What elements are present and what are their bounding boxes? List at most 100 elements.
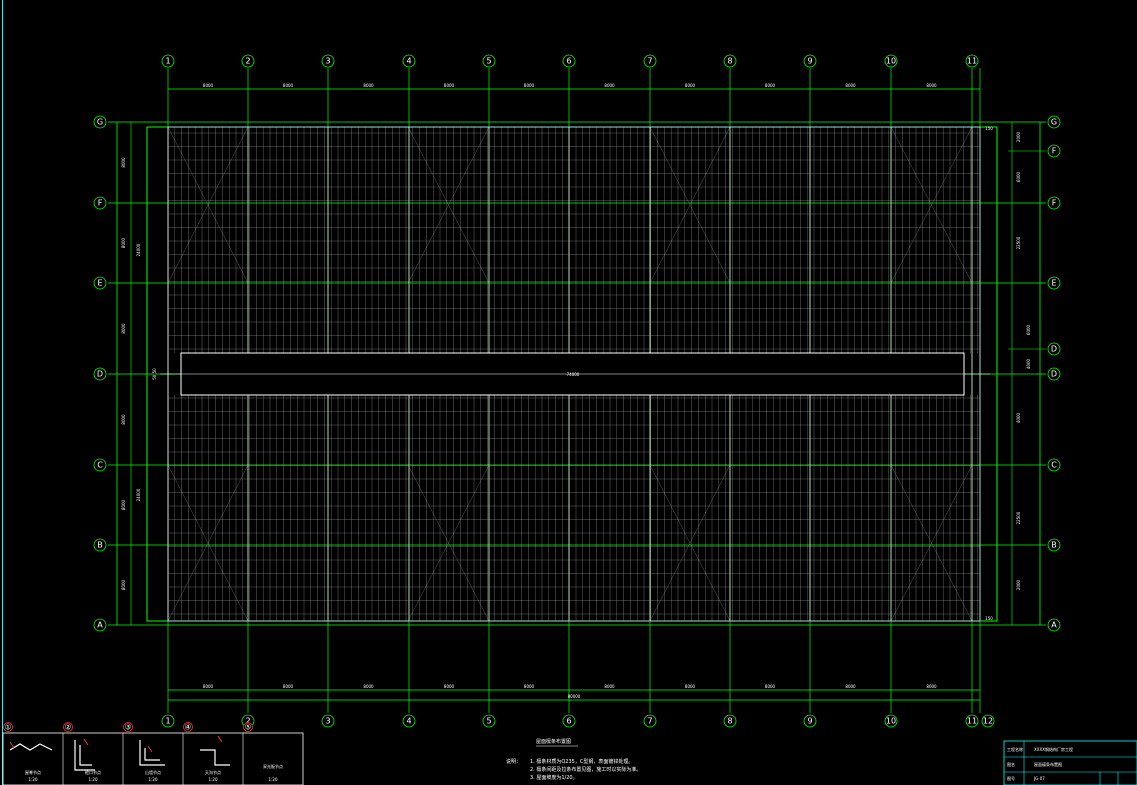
axis-bubble-right-extra-d: D <box>1051 345 1057 354</box>
left-span-label: 8000 <box>121 157 126 168</box>
axis-bubble-top-10: 10 <box>886 57 896 66</box>
right-span-label: 6000 <box>1026 324 1031 335</box>
bottom-span-label: 8000 <box>363 684 374 689</box>
note-line-2: 2. 檩条间距及拉条布置见图，施工时以实际为准。 <box>530 766 641 773</box>
detail-marker-2: ② <box>64 723 71 732</box>
axis-bubble-left-C: C <box>97 461 103 470</box>
axis-bubble-bottom-7: 7 <box>647 717 652 726</box>
detail-strip: ① ② ③ ④ ⑤ 屋脊节点 1:20 檐口节点 1:20 山墙节点 1:20 天沟节点 1:20 采光板… <box>2 722 304 785</box>
axis-bubble-right-E: E <box>1051 279 1056 288</box>
axis-bubble-left-G: G <box>97 118 103 127</box>
notes-block: 屋面檩条布置图 说明： 1. 檩条材质为Q235，C型钢，表面镀锌处理。 2. … <box>506 738 641 781</box>
notes-title: 屋面檩条布置图 <box>536 738 571 745</box>
detail-scale-4: 1:20 <box>209 777 218 782</box>
axis-bubble-right-B: B <box>1051 541 1057 550</box>
right-span-label: 4000 <box>1026 358 1031 369</box>
left-span-label: 8000 <box>121 237 126 248</box>
title-row2-value: 屋面檩条布置图 <box>1034 761 1062 767</box>
detail-sketch-2 <box>74 740 95 771</box>
axis-bubble-bottom-11: 11 <box>967 717 977 726</box>
left-span-label: 8000 <box>121 414 126 425</box>
top-span-label: 8000 <box>444 83 455 88</box>
right-span-label: 2000 <box>1016 131 1021 142</box>
detail-sketch-1 <box>9 743 53 751</box>
bottom-span-label: 8000 <box>845 684 856 689</box>
right-edge-top-label: 150 <box>985 126 993 131</box>
note-line-1: 1. 檩条材质为Q235，C型钢，表面镀锌处理。 <box>530 758 633 765</box>
ridge-dim-label: 74000 <box>567 372 580 377</box>
axis-bubble-right-D: D <box>1051 370 1057 379</box>
detail-scale-1: 1:20 <box>29 777 38 782</box>
axis-bubble-bottom-1: 1 <box>165 717 170 726</box>
detail-sketch-4 <box>200 749 230 766</box>
top-span-label: 8000 <box>283 83 294 88</box>
axis-bubble-left-F: F <box>98 199 103 208</box>
bottom-span-label: 8000 <box>283 684 294 689</box>
top-span-label: 8000 <box>604 83 615 88</box>
title-row2-label: 图名 <box>1007 761 1015 767</box>
axis-bubble-left-B: B <box>97 541 103 550</box>
right-edge-bottom-label: 150 <box>985 616 993 621</box>
axis-bubble-top-9: 9 <box>807 57 812 66</box>
detail-scale-2: 1:20 <box>89 777 98 782</box>
detail-caption-1: 屋脊节点 <box>25 769 41 775</box>
title-row3-value: JG-07 <box>1033 776 1045 781</box>
axis-bubble-top-11: 11 <box>967 57 977 66</box>
left-total-top: 24000 <box>136 243 141 256</box>
axis-bubble-bottom-10: 10 <box>886 717 896 726</box>
detail-sketch-3 <box>139 740 165 766</box>
note-line-3: 3. 屋面坡度为1/20。 <box>530 774 578 781</box>
axis-bubble-top-1: 1 <box>165 57 170 66</box>
right-span-label: 6000 <box>1016 171 1021 182</box>
axis-bubble-bottom-4: 4 <box>406 717 411 726</box>
detail-scale-3: 1:20 <box>149 777 158 782</box>
right-span-label: 22500 <box>1016 511 1021 524</box>
title-block: 工程名称 XXXX钢结构厂房工程 图名 屋面檩条布置图 图号 JG-07 <box>1003 740 1137 785</box>
detail-leader <box>83 738 89 746</box>
left-total-bottom: 24000 <box>136 488 141 501</box>
axis-bubble-bottom-9: 9 <box>807 717 812 726</box>
axis-bubble-top-7: 7 <box>647 57 652 66</box>
axis-bubble-top-8: 8 <box>727 57 732 66</box>
detail-marker-5: ⑤ <box>244 723 251 732</box>
bottom-span-label: 8000 <box>765 684 776 689</box>
detail-caption-5: 采光板节点 <box>263 763 283 769</box>
right-span-label: 22500 <box>1016 236 1021 249</box>
axis-bubble-top-5: 5 <box>486 57 491 66</box>
detail-leader <box>217 735 223 743</box>
axis-bubble-bottom-6: 6 <box>566 717 571 726</box>
axis-bubble-top-2: 2 <box>245 57 250 66</box>
top-span-label: 8000 <box>363 83 374 88</box>
axis-bubble-left-A: A <box>97 621 103 630</box>
cad-drawing-canvas: 7400050 50 8000 8000 8000 8000 8000 8000 8000 8… <box>2 0 1137 785</box>
title-row3-label: 图号 <box>1007 775 1015 781</box>
axis-bubble-right-A: A <box>1051 621 1057 630</box>
axis-bubble-top-3: 3 <box>325 57 330 66</box>
detail-leader <box>9 741 15 749</box>
bottom-span-label: 8000 <box>604 684 615 689</box>
bottom-span-label: 8000 <box>926 684 937 689</box>
detail-caption-4: 天沟节点 <box>205 769 221 775</box>
axis-bubble-left-E: E <box>97 279 102 288</box>
notes-prefix: 说明： <box>506 758 521 765</box>
axis-bubble-right-extra-f: F <box>1052 147 1057 156</box>
detail-marker-1: ① <box>4 723 11 732</box>
bottom-span-label: 8000 <box>685 684 696 689</box>
axis-bubble-bottom-12: 12 <box>983 717 993 726</box>
axis-bubble-top-6: 6 <box>566 57 571 66</box>
top-span-label: 8000 <box>203 83 214 88</box>
left-span-label: 8000 <box>121 579 126 590</box>
axis-bubble-bottom-5: 5 <box>486 717 491 726</box>
left-span-label: 8000 <box>121 323 126 334</box>
bottom-span-label: 8000 <box>524 684 535 689</box>
bottom-total-label: 80000 <box>568 694 581 699</box>
bottom-span-label: 8000 <box>444 684 455 689</box>
right-span-label: 4000 <box>1016 412 1021 423</box>
detail-leader <box>147 745 153 753</box>
axis-bubble-left-D: D <box>97 370 103 379</box>
axis-bubble-top-4: 4 <box>406 57 411 66</box>
top-span-label: 8000 <box>765 83 776 88</box>
left-span-label: 8000 <box>121 499 126 510</box>
axis-bubble-right-F: F <box>1052 199 1057 208</box>
roof-panel: 74000 50 50 <box>152 126 990 622</box>
